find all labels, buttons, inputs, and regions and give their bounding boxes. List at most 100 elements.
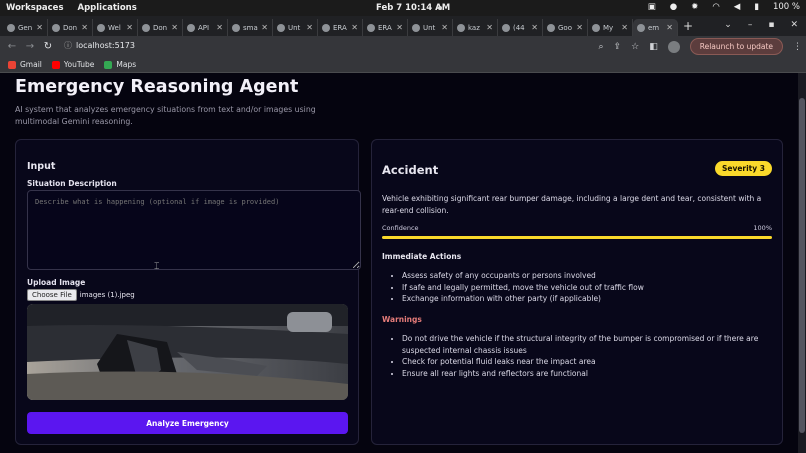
relaunch-button[interactable]: Relaunch to update	[689, 38, 783, 55]
record-icon[interactable]: ●	[670, 2, 677, 12]
tab-favicon-icon	[142, 23, 150, 32]
tab-favicon-icon	[367, 23, 375, 32]
file-name: images (1).jpeg	[79, 291, 135, 299]
emergency-type: Accident	[382, 163, 439, 177]
site-info-icon[interactable]: ⓘ	[64, 41, 72, 50]
notification-dot	[438, 6, 442, 10]
uploaded-image-preview	[27, 304, 348, 400]
result-card: Accident Severity 3 Vehicle exhibiting s…	[371, 139, 783, 445]
close-tab-icon[interactable]: ✕	[576, 23, 583, 32]
wifi-icon[interactable]: ◠	[712, 2, 719, 12]
confidence-row: Confidence 100%	[382, 224, 772, 232]
browser-tab[interactable]: Don ✕	[48, 19, 93, 36]
close-tab-icon[interactable]: ✕	[216, 23, 223, 32]
back-icon[interactable]: ←	[3, 41, 21, 52]
browser-tab[interactable]: Don ✕	[138, 19, 183, 36]
reload-icon[interactable]: ↻	[39, 41, 57, 52]
confidence-value: 100%	[753, 224, 772, 232]
tab-favicon-icon	[97, 23, 105, 32]
scrollbar-thumb[interactable]	[799, 98, 805, 433]
tab-favicon-icon	[322, 23, 330, 32]
maximize-icon[interactable]: ▪	[768, 20, 774, 30]
settings-icon[interactable]: ✹	[691, 2, 698, 12]
close-tab-icon[interactable]: ✕	[396, 23, 403, 32]
browser-tab[interactable]: Goo ✕	[543, 19, 588, 36]
url-field[interactable]: ⓘ localhost:5173	[64, 40, 135, 51]
browser-tab[interactable]: sma ✕	[228, 19, 273, 36]
browser-tab[interactable]: ERA ✕	[318, 19, 363, 36]
close-tab-icon[interactable]: ✕	[666, 23, 673, 32]
battery-icon[interactable]: ▮	[754, 2, 759, 12]
tab-favicon-icon	[457, 23, 465, 32]
close-tab-icon[interactable]: ✕	[81, 23, 88, 32]
applications-menu[interactable]: Applications	[78, 3, 137, 13]
menu-kebab-icon[interactable]: ⋮	[793, 42, 802, 52]
battery-level: 100 %	[772, 2, 800, 12]
damaged-bumper-image	[27, 304, 348, 400]
close-tab-icon[interactable]: ✕	[306, 23, 313, 32]
camera-icon[interactable]: ▣	[648, 2, 656, 12]
browser-tab[interactable]: Unt ✕	[273, 19, 318, 36]
volume-icon[interactable]: ◀	[734, 2, 741, 12]
warnings-list: Do not drive the vehicle if the structur…	[402, 333, 772, 379]
confidence-label: Confidence	[382, 224, 419, 232]
warning-item: Ensure all rear lights and reflectors ar…	[402, 368, 772, 380]
workspaces-menu[interactable]: Workspaces	[6, 3, 64, 13]
action-item: Assess safety of any occupants or person…	[402, 270, 772, 282]
browser-tab-active[interactable]: em ✕	[633, 19, 678, 36]
bookmark-gmail[interactable]: Gmail	[8, 60, 42, 69]
close-tab-icon[interactable]: ✕	[126, 23, 133, 32]
tab-search-icon[interactable]: ⌄	[724, 20, 732, 30]
close-window-icon[interactable]: ✕	[790, 20, 798, 30]
gmail-icon	[8, 60, 16, 69]
close-tab-icon[interactable]: ✕	[486, 23, 493, 32]
address-bar: ← → ↻ ⓘ localhost:5173 ⌕ ⇪ ☆ ◧ Relaunch t…	[0, 36, 806, 57]
browser-tab[interactable]: kaz ✕	[453, 19, 498, 36]
actions-list: Assess safety of any occupants or person…	[402, 270, 772, 305]
page-title: Emergency Reasoning Agent	[15, 77, 299, 97]
browser-tab[interactable]: My ✕	[588, 19, 633, 36]
bookmark-youtube[interactable]: YouTube	[51, 60, 94, 69]
actions-heading: Immediate Actions	[382, 252, 462, 261]
os-top-bar: Workspaces Applications Feb 7 10:14 AM ▣…	[0, 0, 806, 16]
close-tab-icon[interactable]: ✕	[171, 23, 178, 32]
new-tab-icon[interactable]: +	[683, 19, 693, 33]
close-tab-icon[interactable]: ✕	[621, 23, 628, 32]
forward-icon[interactable]: →	[21, 41, 39, 52]
profile-avatar[interactable]	[667, 40, 680, 53]
browser-tab[interactable]: ERA ✕	[363, 19, 408, 36]
bookmark-star-icon[interactable]: ☆	[631, 42, 639, 52]
minimize-icon[interactable]: –	[748, 20, 753, 30]
tab-favicon-icon	[637, 23, 645, 32]
tab-favicon-icon	[412, 23, 420, 32]
close-tab-icon[interactable]: ✕	[261, 23, 268, 32]
action-item: If safe and legally permitted, move the …	[402, 282, 772, 294]
tab-favicon-icon	[547, 23, 555, 32]
browser-tab[interactable]: Unt ✕	[408, 19, 453, 36]
tab-strip: Gen ✕ Don ✕ Wel ✕ Don ✕ API ✕ sma ✕ Unt ✕ ERA ✕ …	[0, 16, 806, 36]
browser-tab[interactable]: Gen ✕	[3, 19, 48, 36]
confidence-bar-fill	[382, 236, 772, 239]
browser-tab[interactable]: (44 ✕	[498, 19, 543, 36]
analyze-button[interactable]: Analyze Emergency	[27, 412, 348, 434]
file-input[interactable]: Choose File images (1).jpeg	[27, 289, 135, 301]
tab-favicon-icon	[592, 23, 600, 32]
close-tab-icon[interactable]: ✕	[441, 23, 448, 32]
close-tab-icon[interactable]: ✕	[351, 23, 358, 32]
tab-favicon-icon	[187, 23, 195, 32]
close-tab-icon[interactable]: ✕	[531, 23, 538, 32]
tab-favicon-icon	[232, 23, 240, 32]
tab-favicon-icon	[502, 23, 510, 32]
choose-file-button[interactable]: Choose File	[27, 289, 77, 301]
share-icon[interactable]: ⇪	[614, 42, 622, 52]
side-panel-icon[interactable]: ◧	[649, 42, 658, 52]
severity-badge: Severity 3	[714, 161, 772, 176]
browser-tab[interactable]: Wel ✕	[93, 19, 138, 36]
bookmark-maps[interactable]: Maps	[104, 60, 136, 69]
page-scrollbar[interactable]	[798, 73, 806, 453]
browser-tab[interactable]: API ✕	[183, 19, 228, 36]
zoom-search-icon[interactable]: ⌕	[599, 42, 604, 52]
action-item: Exchange information with other party (i…	[402, 293, 772, 305]
close-tab-icon[interactable]: ✕	[36, 23, 43, 32]
situation-textarea[interactable]	[27, 190, 361, 270]
